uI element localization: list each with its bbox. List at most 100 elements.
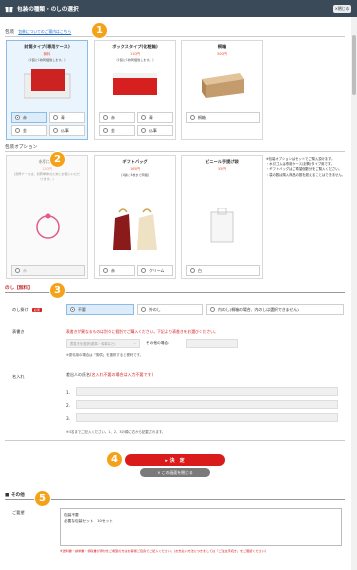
noshi-option-inner[interactable]: 内のし(桐箱の場合、内のしは選択できません) bbox=[206, 304, 344, 315]
packaging-label: 包装 bbox=[5, 30, 15, 35]
option-buddhist[interactable]: 仏事 bbox=[49, 125, 85, 136]
option-label: 金 bbox=[23, 127, 27, 133]
name-row-number: 1. bbox=[66, 390, 70, 395]
card-title: ボックスタイプ(化粧箱) bbox=[112, 44, 158, 49]
card-price: 110円 bbox=[42, 167, 52, 171]
mizuhiki-image bbox=[36, 213, 60, 239]
omote-select-value: 表書きを選択(慶事・弔事など) bbox=[70, 342, 116, 346]
omote-label: 表書き bbox=[12, 329, 25, 334]
cancel-button[interactable]: ✕ この画面を閉じる bbox=[140, 468, 210, 477]
name-input-3[interactable] bbox=[76, 413, 338, 422]
name-title: 差出人の氏名(名入れ不要の場合は入力不要です) bbox=[66, 372, 153, 378]
option-label: 赤 bbox=[23, 114, 27, 120]
omote-note: ※慶弔用の場合は「御供」を選択すると便利です。 bbox=[66, 353, 144, 357]
omote-select[interactable]: 表書きを選択(慶事・弔事など) ⌄ bbox=[66, 339, 140, 348]
scrollbar-thumb[interactable] bbox=[352, 35, 356, 95]
radio-icon bbox=[103, 115, 108, 120]
chevron-down-icon: ⌄ bbox=[133, 341, 136, 345]
option-white[interactable]: 白 bbox=[186, 265, 260, 276]
option-cream[interactable]: クリーム bbox=[137, 265, 173, 276]
card-title: 桐箱 bbox=[217, 44, 227, 49]
option-label: 不要 bbox=[78, 306, 86, 312]
request-label: ご要望 bbox=[12, 510, 25, 515]
noshi-option-none[interactable]: 不要 bbox=[66, 304, 134, 315]
wooden-box-image bbox=[202, 73, 244, 98]
divider bbox=[5, 36, 345, 37]
request-textarea[interactable]: 包装不要 必要な包装セット 10セット bbox=[60, 508, 342, 546]
option-gold[interactable]: 金 bbox=[11, 125, 47, 136]
name-input-2[interactable] bbox=[76, 400, 338, 409]
card-title: 封筒タイプ(専用ケース) bbox=[24, 44, 70, 49]
omote-other-input[interactable] bbox=[186, 339, 238, 348]
option-label: 外のし bbox=[149, 306, 161, 312]
radio-icon bbox=[190, 115, 195, 120]
wrap-options-heading: 包装オプション bbox=[5, 145, 38, 150]
omote-notice: 表書きが異なるものは別々に個別でご購入ください。下記より表書きをお選びください。 bbox=[66, 329, 218, 334]
option-blue[interactable]: 青 bbox=[49, 112, 85, 123]
other-heading: ■ その他 bbox=[5, 493, 25, 498]
option-card-mizuhiki[interactable]: 水引ゴム 110円 (封筒ケースは、封筒単体のためにお使いいただけます。) 赤 bbox=[6, 155, 88, 279]
option-label: 赤 bbox=[111, 267, 115, 273]
name-input-1[interactable] bbox=[76, 387, 338, 396]
radio-icon bbox=[15, 268, 20, 273]
option-label: 赤 bbox=[23, 267, 27, 273]
card-price: 165円 bbox=[130, 167, 140, 171]
divider bbox=[5, 440, 345, 441]
name-title-text: 差出人の氏名 bbox=[66, 372, 90, 377]
step-badge-5: 5 bbox=[34, 490, 51, 507]
radio-icon bbox=[53, 115, 58, 120]
option-label: 金 bbox=[111, 127, 115, 133]
scrollbar[interactable] bbox=[351, 17, 357, 570]
radio-icon bbox=[70, 307, 75, 312]
name-note: ※3名までご記入ください。1、2、3の順に右から記載されます。 bbox=[66, 430, 166, 434]
package-card-box[interactable]: ボックスタイプ(化粧箱) 110円 (1個に1枚同梱致します。) 赤 青 金 仏… bbox=[94, 40, 176, 140]
step-badge-1: 1 bbox=[91, 22, 108, 39]
card-title: ビニール手提げ袋 bbox=[205, 159, 239, 164]
radio-icon bbox=[141, 128, 146, 133]
option-label: クリーム bbox=[149, 267, 165, 273]
card-note: (1個に1枚同梱致します。) bbox=[116, 58, 154, 62]
noshi-heading: のし【無料】 bbox=[5, 286, 33, 291]
option-paulownia[interactable]: 桐箱 bbox=[186, 112, 260, 123]
required-badge: 必須 bbox=[31, 308, 42, 312]
step-badge-4: 4 bbox=[106, 451, 123, 468]
option-buddhist[interactable]: 仏事 bbox=[137, 125, 173, 136]
omote-other-label: その他の場合: bbox=[146, 341, 170, 345]
packaging-heading: 包装 包装についてのご案内はこちら bbox=[5, 29, 71, 35]
close-button[interactable]: ✕閉じる bbox=[333, 5, 351, 13]
wrap-options-notice: ※包装オプションはセットでご購入頂けます。 ・水引ゴムは専用ケース(封筒)タイプ… bbox=[266, 157, 345, 177]
step-badge-3: 3 bbox=[49, 282, 66, 299]
option-card-gift-bag[interactable]: ギフトバッグ 165円 (1袋に3枚まで同梱) 赤 クリーム bbox=[94, 155, 176, 279]
option-label: 内のし(桐箱の場合、内のしは選択できません) bbox=[218, 306, 299, 312]
packaging-info-link[interactable]: 包装についてのご案内はこちら bbox=[18, 29, 71, 34]
gift-bag-image bbox=[113, 208, 157, 250]
option-blue[interactable]: 青 bbox=[137, 112, 173, 123]
radio-icon bbox=[190, 268, 195, 273]
option-gold[interactable]: 金 bbox=[99, 125, 135, 136]
radio-icon bbox=[141, 307, 146, 312]
gift-icon bbox=[5, 6, 13, 12]
package-card-paulownia[interactable]: 桐箱 500円 桐箱 bbox=[181, 40, 263, 140]
name-row-number: 2. bbox=[66, 403, 70, 408]
header-bar: 包装の種類・のしの選択 ✕閉じる bbox=[0, 0, 357, 17]
confirm-button[interactable]: ▸ 決 定 bbox=[125, 454, 225, 466]
option-red[interactable]: 赤 bbox=[99, 265, 135, 276]
modal-content: 包装 包装についてのご案内はこちら 封筒タイプ(専用ケース) 無料 (1個に1枚同… bbox=[0, 17, 351, 570]
option-label: 仏事 bbox=[149, 127, 157, 133]
card-note: (1袋に3枚まで同梱) bbox=[120, 173, 149, 177]
name-row-number: 3. bbox=[66, 416, 70, 421]
noshi-option-outer[interactable]: 外のし bbox=[137, 304, 203, 315]
divider bbox=[5, 499, 345, 500]
card-price: 55円 bbox=[218, 167, 226, 171]
radio-icon bbox=[15, 115, 20, 120]
name-label: 名入れ bbox=[12, 374, 25, 379]
radio-icon bbox=[103, 268, 108, 273]
package-card-envelope[interactable]: 封筒タイプ(専用ケース) 無料 (1個に1枚同梱致します。) 赤 青 金 仏事 bbox=[6, 40, 88, 140]
option-red-disabled[interactable]: 赤 bbox=[11, 265, 85, 276]
radio-icon bbox=[210, 307, 215, 312]
option-red[interactable]: 赤 bbox=[99, 112, 135, 123]
option-red[interactable]: 赤 bbox=[11, 112, 47, 123]
option-label: 仏事 bbox=[61, 127, 69, 133]
radio-icon bbox=[141, 115, 146, 120]
option-card-vinyl-bag[interactable]: ビニール手提げ袋 55円 白 bbox=[181, 155, 263, 279]
